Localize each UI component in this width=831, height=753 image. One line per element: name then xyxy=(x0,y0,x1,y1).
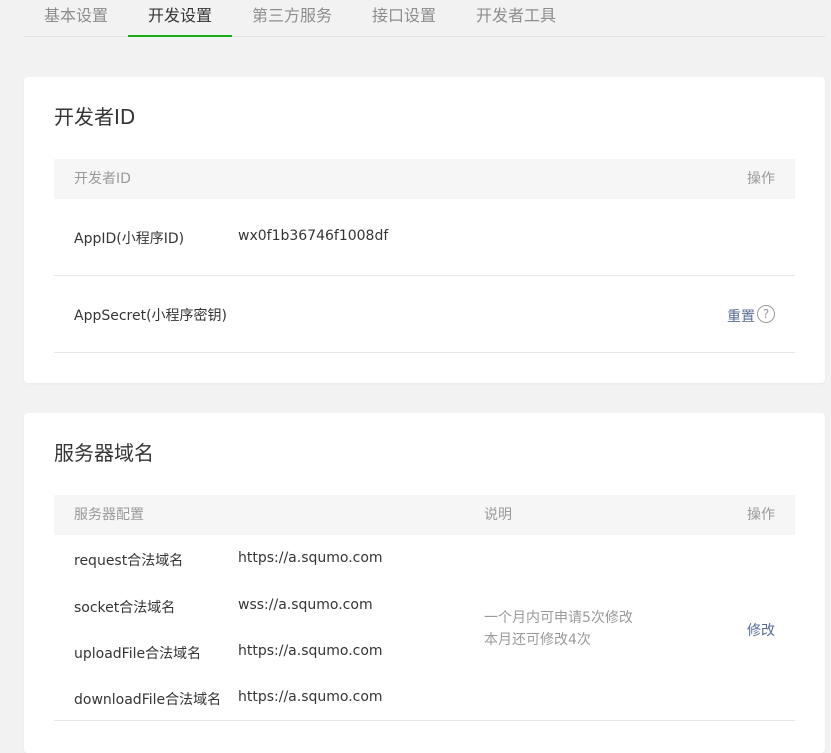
download-domain-value: https://a.squmo.com xyxy=(238,689,383,705)
developer-id-card: 开发者ID 开发者ID 操作 AppID(小程序ID) wx0f1b36746f… xyxy=(24,77,825,383)
modify-domain-link[interactable]: 修改 xyxy=(747,620,775,640)
request-domain-label: request合法域名 xyxy=(74,553,184,569)
upload-domain-value: https://a.squmo.com xyxy=(238,643,383,659)
modify-remaining-note: 本月还可修改4次 xyxy=(484,632,591,648)
appsecret-label: AppSecret(小程序密钥) xyxy=(74,308,228,324)
download-domain-label: downloadFile合法域名 xyxy=(74,692,222,708)
header-server-config: 服务器配置 xyxy=(74,507,144,523)
developer-id-title: 开发者ID xyxy=(54,105,136,129)
tab-dev-settings[interactable]: 开发设置 xyxy=(128,0,232,37)
upload-domain-label: uploadFile合法域名 xyxy=(74,646,202,662)
modify-limit-note: 一个月内可申请5次修改 xyxy=(484,610,633,626)
appsecret-row: AppSecret(小程序密钥) 重置 ? xyxy=(54,276,795,353)
tab-interface-settings[interactable]: 接口设置 xyxy=(352,0,456,37)
server-domain-card: 服务器域名 服务器配置 说明 操作 request合法域名 https://a.… xyxy=(24,413,825,753)
appid-row: AppID(小程序ID) wx0f1b36746f1008df xyxy=(54,199,795,276)
socket-domain-label: socket合法域名 xyxy=(74,600,176,616)
reset-secret-link[interactable]: 重置 xyxy=(727,306,755,326)
developer-id-table-header: 开发者ID 操作 xyxy=(54,159,795,199)
header-action: 操作 xyxy=(747,171,775,187)
help-icon[interactable]: ? xyxy=(757,305,775,323)
socket-domain-value: wss://a.squmo.com xyxy=(238,597,373,613)
server-domain-title: 服务器域名 xyxy=(54,441,154,465)
tab-basic-settings[interactable]: 基本设置 xyxy=(24,0,128,37)
server-table-header: 服务器配置 说明 操作 xyxy=(54,495,795,535)
header-developer-id: 开发者ID xyxy=(74,171,131,187)
tab-dev-tools[interactable]: 开发者工具 xyxy=(456,0,576,37)
header-description: 说明 xyxy=(484,507,512,523)
settings-tabs: 基本设置 开发设置 第三方服务 接口设置 开发者工具 xyxy=(24,0,825,37)
tab-third-party[interactable]: 第三方服务 xyxy=(232,0,352,37)
appid-label: AppID(小程序ID) xyxy=(74,231,185,247)
request-domain-value: https://a.squmo.com xyxy=(238,550,383,566)
server-domain-row: request合法域名 https://a.squmo.com socket合法… xyxy=(54,535,795,721)
appid-value: wx0f1b36746f1008df xyxy=(238,228,389,244)
header-action: 操作 xyxy=(747,507,775,523)
